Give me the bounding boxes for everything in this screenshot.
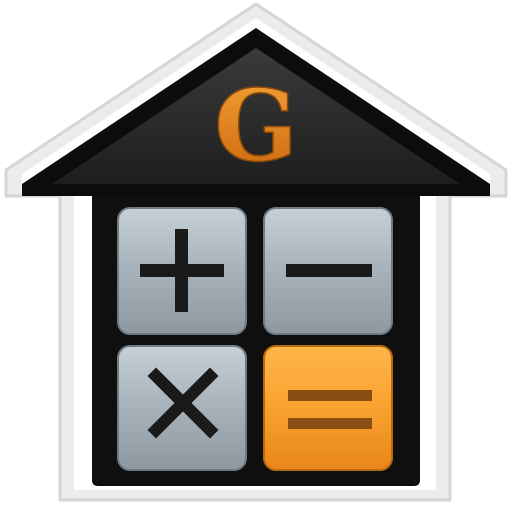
multiply-key [117, 345, 247, 471]
minus-key [263, 207, 393, 335]
calculator-house-app-icon: G [4, 2, 508, 502]
equals-key [263, 345, 393, 471]
logo-g: G [214, 69, 298, 184]
plus-key [117, 207, 247, 335]
minus-icon [286, 264, 372, 277]
